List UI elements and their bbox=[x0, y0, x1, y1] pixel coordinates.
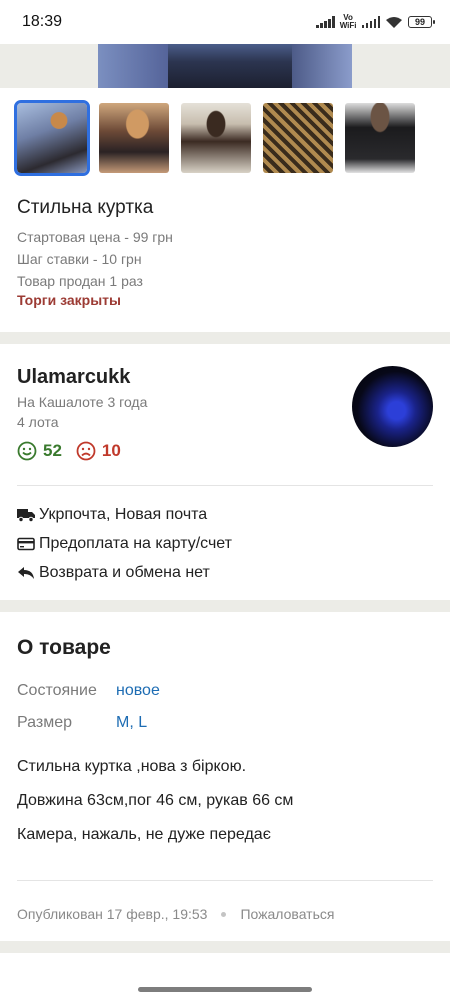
bid-step: Шаг ставки - 10 грн bbox=[17, 251, 142, 267]
divider bbox=[17, 880, 433, 881]
thumbnail-5[interactable] bbox=[345, 103, 415, 173]
product-title: Стильна куртка bbox=[17, 197, 154, 218]
size-label: Размер bbox=[17, 714, 72, 731]
seller-lots[interactable]: 4 лота bbox=[17, 414, 59, 430]
thumbnail-4[interactable] bbox=[263, 103, 333, 173]
status-bar: 18:39 Vo WiFi 99 bbox=[0, 0, 450, 44]
start-price: Стартовая цена - 99 грн bbox=[17, 229, 173, 245]
battery-icon: 99 bbox=[408, 16, 435, 28]
credit-card-icon bbox=[17, 537, 35, 551]
dot-separator bbox=[221, 911, 227, 917]
seller-name[interactable]: Ulamarcukk bbox=[17, 366, 130, 389]
seller-membership: На Кашалоте 3 года bbox=[17, 394, 148, 410]
wifi-icon bbox=[386, 16, 402, 28]
home-indicator[interactable] bbox=[138, 987, 312, 992]
product-main-image[interactable] bbox=[98, 44, 352, 88]
sold-count: Товар продан 1 раз bbox=[17, 273, 143, 289]
about-title: О товаре bbox=[17, 636, 111, 659]
reply-arrow-icon bbox=[18, 567, 34, 579]
cell-signal-2-icon bbox=[361, 16, 380, 28]
section-separator bbox=[0, 332, 450, 344]
condition-value[interactable]: новое bbox=[116, 682, 160, 700]
published-date: Опубликован 17 февр., 19:53 bbox=[17, 906, 208, 922]
returns-text: Возврата и обмена нет bbox=[39, 564, 210, 581]
shipping-text: Укрпочта, Новая почта bbox=[39, 506, 208, 523]
vowifi-icon: Vo WiFi bbox=[339, 13, 357, 30]
hero-image-strip bbox=[0, 44, 450, 88]
status-time: 18:39 bbox=[22, 13, 63, 30]
returns-row: Возврата и обмена нет bbox=[17, 564, 210, 582]
thumbnail-1[interactable] bbox=[14, 100, 90, 176]
frown-icon bbox=[76, 441, 96, 461]
footer-meta: Опубликован 17 февр., 19:53 Пожаловаться bbox=[17, 906, 334, 922]
condition-label: Состояние bbox=[17, 682, 97, 699]
divider bbox=[17, 485, 433, 486]
section-separator bbox=[0, 600, 450, 612]
seller-rating[interactable]: 52 10 bbox=[17, 441, 135, 461]
description-line: Камера, нажаль, не дуже передає bbox=[17, 826, 271, 843]
truck-icon bbox=[17, 509, 35, 522]
thumbnail-gallery bbox=[14, 100, 415, 176]
thumbnail-2[interactable] bbox=[99, 103, 169, 173]
cell-signal-icon bbox=[316, 16, 335, 28]
size-value[interactable]: M, L bbox=[116, 714, 147, 732]
positive-reviews-count: 52 bbox=[43, 441, 62, 460]
seller-avatar[interactable] bbox=[352, 366, 433, 447]
status-icons: Vo WiFi 99 bbox=[316, 13, 435, 30]
section-separator bbox=[0, 941, 450, 953]
payment-text: Предоплата на карту/счет bbox=[39, 535, 232, 552]
description-line: Довжина 63см,пог 46 см, рукав 66 см bbox=[17, 792, 294, 809]
report-link[interactable]: Пожаловаться bbox=[240, 906, 334, 922]
smile-icon bbox=[17, 441, 37, 461]
auction-status: Торги закрыты bbox=[17, 292, 121, 308]
negative-reviews-count: 10 bbox=[101, 441, 121, 460]
payment-row: Предоплата на карту/счет bbox=[17, 535, 232, 553]
description-line: Стильна куртка ,нова з біркою. bbox=[17, 758, 247, 775]
thumbnail-3[interactable] bbox=[181, 103, 251, 173]
shipping-row: Укрпочта, Новая почта bbox=[17, 506, 207, 524]
